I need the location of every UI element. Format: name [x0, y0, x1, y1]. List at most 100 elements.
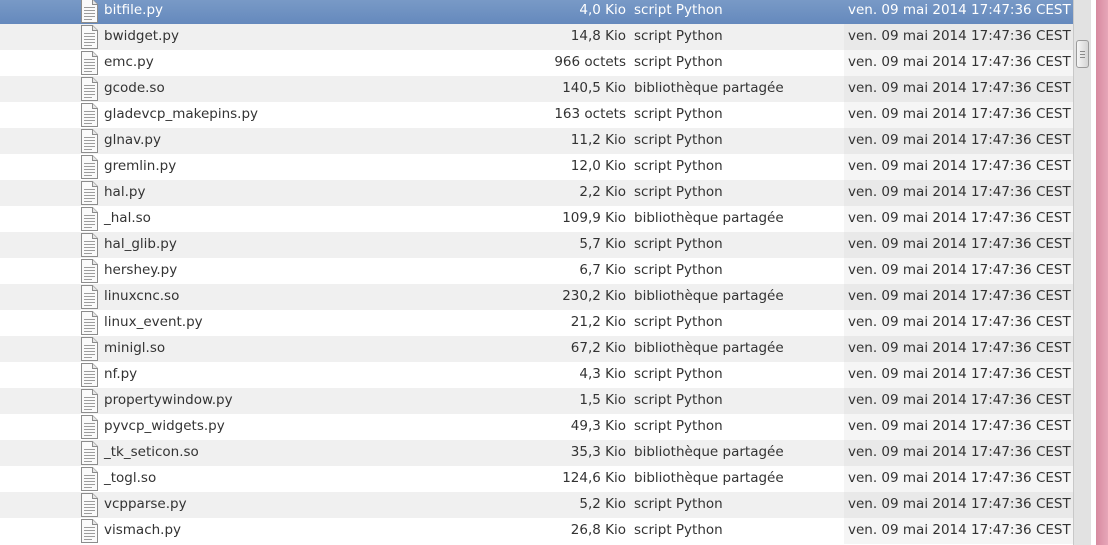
file-name: glnav.py [104, 132, 161, 148]
text-document-icon [81, 259, 98, 283]
file-size: 5,2 Kio [579, 496, 626, 512]
text-document-icon [81, 129, 98, 153]
file-type: bibliothèque partagée [634, 288, 784, 304]
file-row[interactable]: _togl.so 124,6 Kio bibliothèque partagée… [0, 466, 1073, 492]
file-name: linux_event.py [104, 314, 203, 330]
file-row[interactable]: linuxcnc.so 230,2 Kio bibliothèque parta… [0, 284, 1073, 310]
vertical-scrollbar[interactable] [1073, 0, 1091, 545]
file-size: 966 octets [554, 54, 626, 70]
file-row[interactable]: hershey.py 6,7 Kio script Python ven. 09… [0, 258, 1073, 284]
file-row[interactable]: vcpparse.py 5,2 Kio script Python ven. 0… [0, 492, 1073, 518]
file-row[interactable]: hal.py 2,2 Kio script Python ven. 09 mai… [0, 180, 1073, 206]
file-name: _hal.so [104, 210, 151, 226]
file-modified-date: ven. 09 mai 2014 17:47:36 CEST [848, 2, 1071, 18]
file-name: hal_glib.py [104, 236, 177, 252]
file-list[interactable]: bitfile.py 4,0 Kio script Python ven. 09… [0, 0, 1073, 545]
file-name: propertywindow.py [104, 392, 233, 408]
text-document-icon [81, 0, 98, 23]
grip-lines-icon [1080, 51, 1085, 52]
file-name: bitfile.py [104, 2, 164, 18]
file-modified-date: ven. 09 mai 2014 17:47:36 CEST [848, 28, 1071, 44]
file-row[interactable]: gremlin.py 12,0 Kio script Python ven. 0… [0, 154, 1073, 180]
file-name: emc.py [104, 54, 154, 70]
text-document-icon [81, 207, 98, 231]
text-document-icon [81, 25, 98, 49]
file-modified-date: ven. 09 mai 2014 17:47:36 CEST [848, 392, 1071, 408]
file-row[interactable]: gladevcp_makepins.py 163 octets script P… [0, 102, 1073, 128]
file-type: script Python [634, 132, 723, 148]
file-name: gcode.so [104, 80, 165, 96]
file-row[interactable]: bitfile.py 4,0 Kio script Python ven. 09… [0, 0, 1073, 24]
file-modified-date: ven. 09 mai 2014 17:47:36 CEST [848, 418, 1071, 434]
file-type: script Python [634, 158, 723, 174]
file-size: 230,2 Kio [562, 288, 626, 304]
file-type: script Python [634, 184, 723, 200]
file-size: 21,2 Kio [570, 314, 626, 330]
file-modified-date: ven. 09 mai 2014 17:47:36 CEST [848, 106, 1071, 122]
file-modified-date: ven. 09 mai 2014 17:47:36 CEST [848, 522, 1071, 538]
file-name: pyvcp_widgets.py [104, 418, 225, 434]
file-row[interactable]: vismach.py 26,8 Kio script Python ven. 0… [0, 518, 1073, 544]
file-row[interactable]: nf.py 4,3 Kio script Python ven. 09 mai … [0, 362, 1073, 388]
file-modified-date: ven. 09 mai 2014 17:47:36 CEST [848, 236, 1071, 252]
file-size: 6,7 Kio [579, 262, 626, 278]
file-modified-date: ven. 09 mai 2014 17:47:36 CEST [848, 444, 1071, 460]
file-name: vismach.py [104, 522, 182, 538]
file-size: 163 octets [554, 106, 626, 122]
file-row[interactable]: _hal.so 109,9 Kio bibliothèque partagée … [0, 206, 1073, 232]
file-row[interactable]: pyvcp_widgets.py 49,3 Kio script Python … [0, 414, 1073, 440]
text-document-icon [81, 519, 98, 543]
file-row[interactable]: glnav.py 11,2 Kio script Python ven. 09 … [0, 128, 1073, 154]
file-size: 124,6 Kio [562, 470, 626, 486]
file-row[interactable]: gcode.so 140,5 Kio bibliothèque partagée… [0, 76, 1073, 102]
file-modified-date: ven. 09 mai 2014 17:47:36 CEST [848, 314, 1071, 330]
file-modified-date: ven. 09 mai 2014 17:47:36 CEST [848, 158, 1071, 174]
file-size: 4,3 Kio [579, 366, 626, 382]
file-size: 49,3 Kio [570, 418, 626, 434]
file-type: script Python [634, 54, 723, 70]
file-size: 109,9 Kio [562, 210, 626, 226]
text-document-icon [81, 337, 98, 361]
text-document-icon [81, 155, 98, 179]
file-size: 140,5 Kio [562, 80, 626, 96]
file-modified-date: ven. 09 mai 2014 17:47:36 CEST [848, 470, 1071, 486]
file-row[interactable]: emc.py 966 octets script Python ven. 09 … [0, 50, 1073, 76]
file-name: vcpparse.py [104, 496, 187, 512]
scrollbar-thumb[interactable] [1076, 40, 1089, 68]
file-size: 35,3 Kio [570, 444, 626, 460]
file-name: _tk_seticon.so [104, 444, 199, 460]
file-row[interactable]: hal_glib.py 5,7 Kio script Python ven. 0… [0, 232, 1073, 258]
file-name: gladevcp_makepins.py [104, 106, 259, 122]
file-type: bibliothèque partagée [634, 210, 784, 226]
file-type: bibliothèque partagée [634, 444, 784, 460]
file-type: script Python [634, 366, 723, 382]
file-type: bibliothèque partagée [634, 340, 784, 356]
file-size: 67,2 Kio [570, 340, 626, 356]
file-size: 1,5 Kio [579, 392, 626, 408]
file-size: 11,2 Kio [570, 132, 626, 148]
file-row[interactable]: propertywindow.py 1,5 Kio script Python … [0, 388, 1073, 414]
file-modified-date: ven. 09 mai 2014 17:47:36 CEST [848, 288, 1071, 304]
file-modified-date: ven. 09 mai 2014 17:47:36 CEST [848, 366, 1071, 382]
text-document-icon [81, 441, 98, 465]
file-row[interactable]: minigl.so 67,2 Kio bibliothèque partagée… [0, 336, 1073, 362]
file-size: 4,0 Kio [579, 2, 626, 18]
file-size: 5,7 Kio [579, 236, 626, 252]
file-row[interactable]: _tk_seticon.so 35,3 Kio bibliothèque par… [0, 440, 1073, 466]
file-type: script Python [634, 522, 723, 538]
file-row[interactable]: linux_event.py 21,2 Kio script Python ve… [0, 310, 1073, 336]
file-size: 2,2 Kio [579, 184, 626, 200]
file-type: script Python [634, 236, 723, 252]
text-document-icon [81, 467, 98, 491]
text-document-icon [81, 181, 98, 205]
file-name: linuxcnc.so [104, 288, 180, 304]
file-type: script Python [634, 496, 723, 512]
text-document-icon [81, 285, 98, 309]
text-document-icon [81, 363, 98, 387]
file-name: hal.py [104, 184, 146, 200]
file-type: script Python [634, 106, 723, 122]
file-size: 26,8 Kio [570, 522, 626, 538]
file-modified-date: ven. 09 mai 2014 17:47:36 CEST [848, 496, 1071, 512]
file-row[interactable]: bwidget.py 14,8 Kio script Python ven. 0… [0, 24, 1073, 50]
text-document-icon [81, 311, 98, 335]
